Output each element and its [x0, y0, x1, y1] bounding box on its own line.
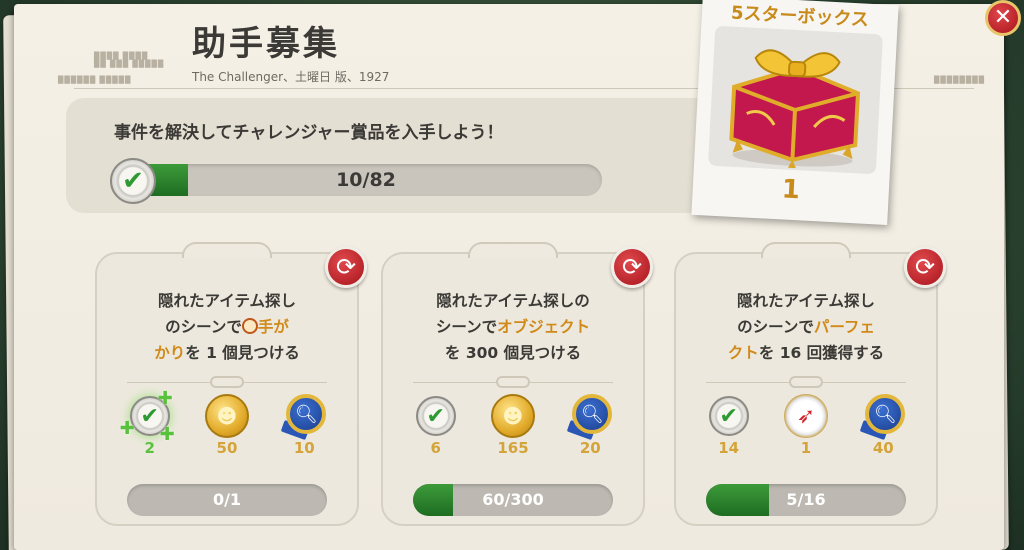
reward-box-card[interactable]: 5スターボックス 1	[691, 0, 899, 225]
task-card-1: ⟳ 隠れたアイテム探し のシーンで 手が かりを 1 個見つける ✔ ✚ ✚ ✚ …	[95, 242, 367, 526]
check-medal-icon: ✔	[708, 396, 749, 436]
reward-item: 🔍︎ 20	[560, 394, 620, 457]
reward-item: ✔ ✚ ✚ ✚ 2	[119, 388, 180, 457]
reward-item: ✔ 14	[699, 394, 759, 457]
reward-value: 10	[293, 439, 315, 457]
task-progress-bar: 5/16	[706, 484, 906, 516]
task-progress-text: 5/16	[786, 490, 826, 509]
reward-value: 40	[872, 439, 894, 457]
challenge-message: 事件を解決してチャレンジャー賞品を入手しよう！	[114, 123, 504, 143]
reward-item: ➶ 1	[776, 394, 836, 457]
task-highlight: 手が	[257, 318, 289, 336]
magnifier-badge-icon: 🔍︎	[572, 394, 613, 434]
reward-value: 165	[497, 439, 529, 457]
close-button[interactable]: ✕	[985, 0, 1021, 36]
task-highlight: パーフェ	[813, 318, 875, 336]
reward-item: ☻ 165	[483, 394, 543, 457]
task-text: を 16 回獲得する	[758, 344, 885, 362]
task-text: を 300 個見つける	[444, 344, 582, 362]
masthead-decoration-left: ████ ████ ██ ███ █████	[94, 52, 165, 68]
task-card-3: ⟳ 隠れたアイテム探し のシーンでパーフェ クトを 16 回獲得する ✔ 14 …	[674, 242, 946, 526]
reward-value: 50	[216, 439, 238, 457]
check-medal-icon: ✔	[415, 396, 456, 436]
task-text: のシーンで	[737, 318, 814, 336]
plus-icon: ✚	[157, 388, 173, 409]
card-divider-ornament	[210, 376, 244, 388]
card-ornament	[761, 242, 851, 258]
gift-box-image	[707, 25, 884, 175]
card-ornament	[182, 242, 272, 258]
task-rewards: ✔ 6 ☻ 165 🔍︎ 20	[383, 394, 643, 457]
challenge-progress-bar: 10/82	[130, 164, 602, 196]
task-highlight: クト	[727, 344, 759, 362]
reward-item: 🔍︎ 10	[274, 394, 334, 457]
task-text: 隠れたアイテム探し	[158, 292, 296, 310]
reward-item: 🔍︎ 40	[853, 394, 913, 457]
masthead-decoration-right: ████████	[934, 76, 986, 84]
task-description: 隠れたアイテム探し のシーンでパーフェ クトを 16 回獲得する	[690, 288, 922, 366]
challenge-progress-text: 10/82	[336, 169, 396, 191]
check-medal-icon: ✔	[110, 158, 156, 204]
task-text: シーンで	[435, 318, 498, 336]
gold-coin-icon: ☻	[490, 394, 535, 438]
reward-box-count: 1	[780, 174, 801, 206]
page-title: 助手募集	[192, 24, 340, 64]
refresh-task-button[interactable]: ⟳	[325, 246, 367, 288]
refresh-icon: ⟳	[914, 253, 936, 281]
refresh-icon: ⟳	[621, 253, 643, 281]
refresh-task-button[interactable]: ⟳	[904, 246, 946, 288]
task-card-2: ⟳ 隠れたアイテム探しの シーンでオブジェクト を 300 個見つける ✔ 6 …	[381, 242, 653, 526]
gold-coin-icon: ☻	[204, 394, 249, 438]
refresh-icon: ⟳	[335, 253, 357, 281]
task-rewards: ✔ ✚ ✚ ✚ 2 ☻ 50 🔍︎ 10	[97, 388, 357, 457]
task-highlight: かり	[154, 344, 186, 362]
masthead-decoration-left2: ██████ █████	[58, 76, 132, 84]
task-progress-bar: 60/300	[413, 484, 613, 516]
reward-value: 1	[800, 439, 812, 457]
task-text: 隠れたアイテム探し	[737, 292, 875, 310]
compass-icon: ➶	[783, 394, 828, 438]
task-text: 隠れたアイテム探しの	[436, 292, 590, 310]
reward-item: ☻ 50	[197, 394, 257, 457]
card-ornament	[468, 242, 558, 258]
page-subtitle: The Challenger、土曜日 版、1927	[192, 70, 390, 84]
task-progress-text: 60/300	[482, 490, 544, 509]
task-description: 隠れたアイテム探しの シーンでオブジェクト を 300 個見つける	[397, 288, 629, 366]
close-icon: ✕	[993, 5, 1013, 30]
task-progress-text: 0/1	[212, 490, 242, 509]
gift-box-icon	[729, 49, 861, 169]
task-text: を 1 個見つける	[185, 344, 300, 362]
plus-icon: ✚	[159, 424, 175, 445]
task-description: 隠れたアイテム探し のシーンで 手が かりを 1 個見つける	[111, 288, 343, 366]
reward-value: 6	[430, 439, 441, 457]
magnifier-badge-icon: 🔍︎	[865, 394, 906, 434]
task-text: のシーンで	[165, 318, 242, 336]
reward-item: ✔ 6	[406, 394, 466, 457]
task-highlight: オブジェクト	[497, 318, 591, 336]
plus-icon: ✚	[119, 418, 135, 439]
magnifier-badge-icon: 🔍︎	[286, 394, 327, 434]
task-progress-bar: 0/1	[127, 484, 327, 516]
card-divider-ornament	[496, 376, 530, 388]
reward-value: 20	[579, 439, 601, 457]
task-rewards: ✔ 14 ➶ 1 🔍︎ 40	[676, 394, 936, 457]
reward-value: 14	[718, 439, 740, 457]
card-divider-ornament	[789, 376, 823, 388]
magnifier-icon	[241, 318, 258, 334]
refresh-task-button[interactable]: ⟳	[611, 246, 653, 288]
